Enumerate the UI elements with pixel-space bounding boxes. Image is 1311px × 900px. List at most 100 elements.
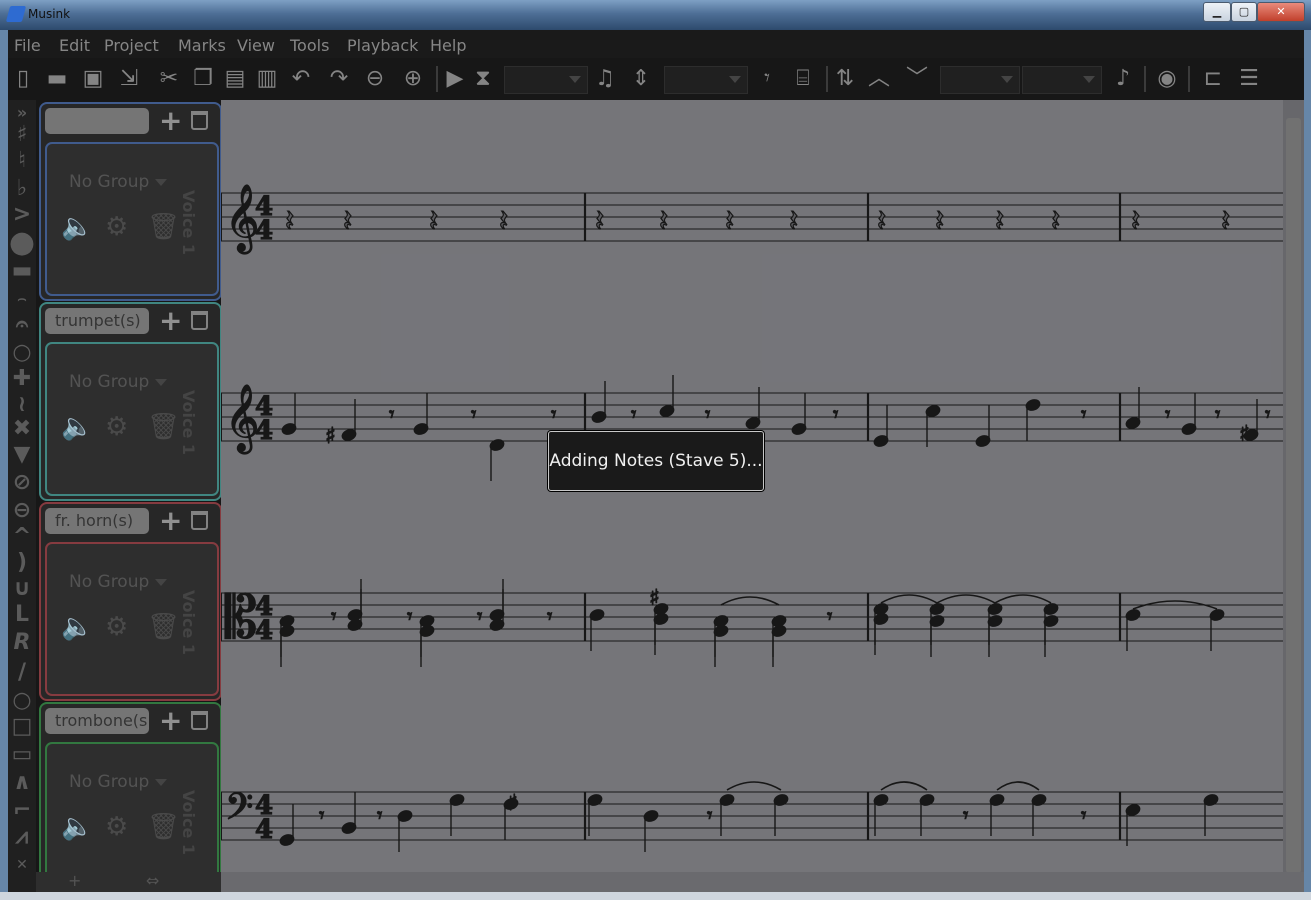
minimize-button[interactable]: ▁ (1203, 2, 1231, 22)
cut-icon[interactable]: ✂ (154, 64, 184, 94)
delete-stave-icon[interactable] (191, 311, 208, 330)
voice-combo[interactable] (940, 66, 1020, 94)
menu-edit[interactable]: Edit (59, 36, 90, 55)
resize-icon[interactable]: ✕ (8, 852, 36, 878)
r-italic-icon[interactable]: R (8, 630, 36, 656)
add-voice-button[interactable]: + (159, 306, 182, 336)
l-shape-icon[interactable]: L (8, 602, 36, 628)
add-voice-button[interactable]: + (159, 106, 182, 136)
speaker-icon[interactable]: 🔈 (61, 212, 93, 242)
menu-tools[interactable]: Tools (290, 36, 329, 55)
gear-icon[interactable]: ⚙ (105, 412, 128, 442)
trash-icon[interactable]: 🗑 (147, 212, 180, 242)
stave-name-field[interactable]: trombone(s (45, 708, 149, 734)
metronome-icon[interactable]: ⧗ (468, 64, 498, 94)
flat-icon[interactable]: ♭ (8, 176, 36, 202)
play-icon[interactable]: ▶ (440, 64, 470, 94)
delete-stave-icon[interactable] (191, 711, 208, 730)
menu-marks[interactable]: Marks (178, 36, 226, 55)
trill-icon[interactable]: ≀ (8, 392, 36, 418)
x-mark-icon[interactable]: ✖ (8, 416, 36, 442)
rectangle-icon[interactable]: ▭ (8, 742, 36, 768)
slash-circle-icon[interactable]: ⊘ (8, 470, 36, 496)
trash-icon[interactable]: 🗑 (147, 612, 180, 642)
line-icon[interactable]: / (8, 660, 36, 686)
paste-icon[interactable]: ▤ (220, 64, 250, 94)
triangle-down-icon[interactable]: ▼ (8, 442, 36, 468)
view-notes-icon[interactable]: ♫ (590, 64, 620, 94)
close-button[interactable]: ✕ (1257, 2, 1305, 22)
transpose-icon[interactable]: ⇕ (626, 64, 656, 94)
chevron-up-icon[interactable]: ︿ (864, 64, 894, 94)
dot-icon[interactable]: ● (8, 228, 36, 258)
circle-icon[interactable]: ○ (8, 688, 36, 714)
caret-small-icon[interactable]: ∧ (8, 770, 36, 796)
note-combo[interactable] (664, 66, 748, 94)
undo-icon[interactable]: ↶ (286, 64, 316, 94)
menu-file[interactable]: File (14, 36, 41, 55)
menu-project[interactable]: Project (104, 36, 159, 55)
zigzag-icon[interactable]: ⩘ (8, 824, 36, 850)
group-select[interactable]: No Group (69, 172, 168, 192)
gear-icon[interactable]: ⚙ (105, 812, 128, 842)
sharp-icon[interactable]: ♯ (8, 122, 36, 148)
trash-icon[interactable]: 🗑 (147, 812, 180, 842)
save-icon[interactable]: ▣ (78, 64, 108, 94)
circle-mark-icon[interactable]: ⊖ (8, 498, 36, 524)
stave-name-field[interactable]: trumpet(s) (45, 308, 149, 334)
bracket-icon[interactable]: ⌐ (8, 798, 36, 824)
speaker-icon[interactable]: 🔈 (61, 412, 93, 442)
voice-box: No Group 🔈 ⚙ 🗑 Voice 1 (45, 142, 219, 296)
group-select[interactable]: No Group (69, 372, 168, 392)
export-icon[interactable]: ⇲ (114, 64, 144, 94)
horizontal-scrollbar[interactable] (221, 872, 1304, 892)
stave-name-field[interactable] (45, 108, 149, 134)
vertical-scroll-thumb[interactable] (1286, 118, 1301, 873)
delete-stave-icon[interactable] (191, 111, 208, 130)
bend-icon[interactable]: ) (8, 550, 36, 576)
delete-stave-icon[interactable] (191, 511, 208, 530)
new-file-icon[interactable]: ▯ (8, 64, 38, 94)
tenuto-icon[interactable]: ▬ (8, 258, 36, 284)
piano-icon[interactable]: ⌸ (788, 64, 818, 94)
list-icon[interactable]: ☰ (1234, 64, 1264, 94)
menu-help[interactable]: Help (430, 36, 466, 55)
add-voice-button[interactable]: + (159, 506, 182, 536)
natural-icon[interactable]: ♮ (8, 148, 36, 174)
gear-icon[interactable]: ⚙ (105, 612, 128, 642)
slur-icon[interactable]: ⌢ (8, 286, 36, 312)
harmonic-icon[interactable]: ○ (8, 340, 36, 366)
menu-playback[interactable]: Playback (347, 36, 418, 55)
copy-icon[interactable]: ❐ (188, 64, 218, 94)
square-icon[interactable]: □ (8, 714, 36, 740)
indent-icon[interactable]: ⊏ (1198, 64, 1228, 94)
u-shape-icon[interactable]: ∪ (8, 576, 36, 602)
caret-icon[interactable]: ^ (8, 524, 36, 550)
group-select[interactable]: No Group (69, 572, 168, 592)
rest-tool-icon[interactable]: 𝄾 (752, 64, 782, 94)
eye-icon[interactable]: ◉ (1152, 64, 1182, 94)
stave-name-field[interactable]: fr. horn(s) (45, 508, 149, 534)
stave-combo[interactable] (1022, 66, 1102, 94)
zoom-in-icon[interactable]: ⊕ (398, 64, 428, 94)
delete-icon[interactable]: ▥ (252, 64, 282, 94)
menu-view[interactable]: View (237, 36, 275, 55)
group-select[interactable]: No Group (69, 772, 168, 792)
resize-horizontal-icon[interactable]: ⇔ (146, 871, 159, 890)
cross-icon[interactable]: ✚ (8, 366, 36, 392)
fermata-icon[interactable]: 𝄐 (8, 312, 36, 338)
stem-direction-icon[interactable]: ⇅ (830, 64, 860, 94)
speaker-icon[interactable]: 🔈 (61, 812, 93, 842)
note-icon[interactable]: ♪ (1108, 64, 1138, 94)
tempo-combo[interactable] (504, 66, 588, 94)
zoom-out-icon[interactable]: ⊖ (360, 64, 390, 94)
redo-icon[interactable]: ↷ (324, 64, 354, 94)
speaker-icon[interactable]: 🔈 (61, 612, 93, 642)
chevron-down-icon[interactable]: ﹀ (902, 64, 932, 94)
maximize-button[interactable]: ▢ (1231, 2, 1257, 22)
gear-icon[interactable]: ⚙ (105, 212, 128, 242)
trash-icon[interactable]: 🗑 (147, 412, 180, 442)
add-stave-icon[interactable]: + (68, 871, 81, 890)
add-voice-button[interactable]: + (159, 706, 182, 736)
open-folder-icon[interactable]: ▬ (42, 64, 72, 94)
